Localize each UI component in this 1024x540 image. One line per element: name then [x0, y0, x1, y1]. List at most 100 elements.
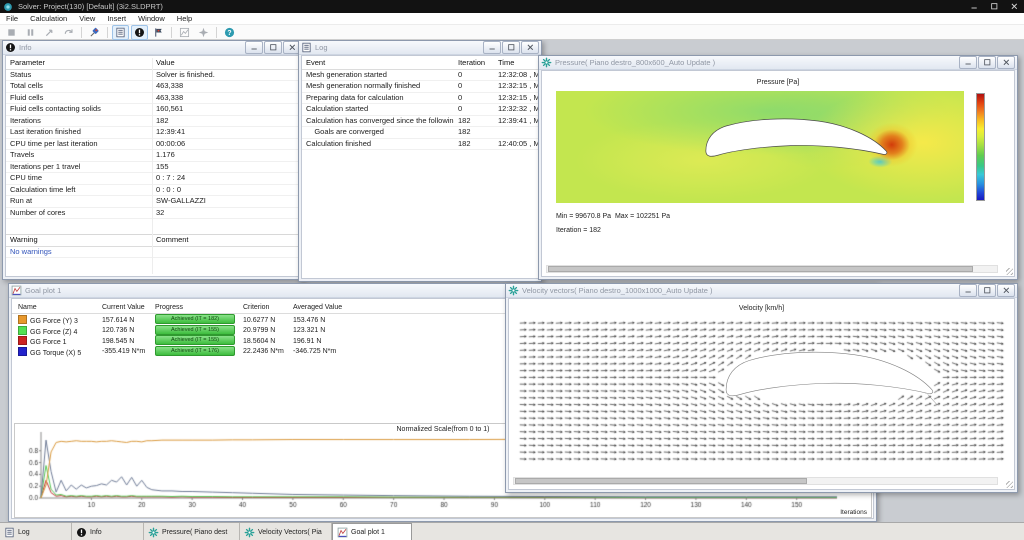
info-table: ParameterValueStatusSolver is finished.T… [6, 58, 300, 219]
taskbar-tab-label: Velocity Vectors( Pia [258, 529, 322, 536]
table-cell: 12:32:15 , Ma [494, 93, 539, 104]
table-cell: 00:00:06 [152, 139, 300, 150]
log-icon [115, 27, 126, 38]
menu-item-view[interactable]: View [73, 13, 101, 24]
maximize-icon[interactable] [984, 0, 1004, 13]
resize-grip[interactable] [1006, 481, 1013, 488]
close-icon[interactable] [997, 284, 1015, 297]
info-window-titlebar[interactable]: Info [3, 41, 303, 55]
table-cell: CPU time [6, 173, 152, 184]
column-header: Parameter [6, 58, 152, 69]
flag-icon [153, 27, 164, 38]
table-row: CPU time per last iteration00:00:06 [6, 139, 300, 151]
goal-criterion: 22.2436 N*m [243, 348, 293, 355]
table-cell: Mesh generation normally finished [302, 81, 454, 92]
table-cell: Iterations [6, 116, 152, 127]
scrollbar-thumb[interactable] [515, 478, 807, 484]
maximize-icon[interactable] [502, 41, 520, 54]
taskbar-tab-pressure-piano-dest[interactable]: Pressure( Piano dest [144, 523, 240, 540]
menu-item-file[interactable]: File [0, 13, 24, 24]
menu-item-help[interactable]: Help [171, 13, 198, 24]
pressure-window-title: Pressure( Piano destro_800x600_Auto Upda… [555, 58, 958, 67]
stop-icon [6, 27, 17, 38]
horizontal-scrollbar[interactable] [546, 265, 998, 273]
info-window-title: Info [19, 43, 244, 52]
table-cell: 182 [152, 116, 300, 127]
table-cell: Preparing data for calculation [302, 93, 454, 104]
table-cell: 0 [454, 93, 494, 104]
column-header: Time [494, 58, 539, 69]
velocity-window-titlebar[interactable]: Velocity vectors( Piano destro_1000x1000… [506, 284, 1017, 298]
mdi-client-area: Info ParameterValueStatusSolver is finish… [0, 40, 1024, 522]
table-row: Preparing data for calculation012:32:15 … [302, 93, 538, 105]
table-cell: Solver is finished. [152, 70, 300, 81]
minimize-icon[interactable] [245, 41, 263, 54]
close-icon[interactable] [997, 56, 1015, 69]
table-cell: 182 [454, 139, 494, 150]
maximize-icon[interactable] [264, 41, 282, 54]
taskbar-tab-info[interactable]: Info [72, 523, 144, 540]
table-cell: 12:32:08 , Ma [494, 70, 539, 81]
table-cell: Fluid cells [6, 93, 152, 104]
pressure-window-titlebar[interactable]: Pressure( Piano destro_800x600_Auto Upda… [539, 56, 1017, 70]
pressure-colorbar [976, 93, 985, 201]
goal-averaged-value: 153.476 N [293, 317, 359, 324]
goal-chart-xlabel: Iterations [840, 509, 867, 516]
table-cell: Calculation time left [6, 185, 152, 196]
goal-scroll-dash[interactable] [36, 518, 46, 519]
table-header-row: WarningComment [6, 235, 300, 247]
table-cell: Number of cores [6, 208, 152, 219]
minimize-icon[interactable] [483, 41, 501, 54]
airfoil-shape [724, 350, 934, 406]
pin-button[interactable] [86, 25, 103, 40]
close-icon[interactable] [1004, 0, 1024, 13]
menu-item-window[interactable]: Window [132, 13, 171, 24]
help-icon: ? [224, 27, 235, 38]
resize-grip[interactable] [1006, 268, 1013, 275]
info-window-content: ParameterValueStatusSolver is finished.T… [5, 55, 301, 277]
minimize-icon[interactable] [959, 284, 977, 297]
column-header: Name [18, 304, 102, 311]
table-row: Calculation has converged since the foll… [302, 116, 538, 128]
scrollbar-thumb[interactable] [548, 266, 973, 272]
minimize-icon[interactable] [959, 56, 977, 69]
menubar: FileCalculationViewInsertWindowHelp [0, 13, 1024, 25]
warning-table: WarningCommentNo warnings [6, 234, 300, 258]
menu-item-insert[interactable]: Insert [101, 13, 132, 24]
table-row: Travels1.176 [6, 150, 300, 162]
menu-item-calculation[interactable]: Calculation [24, 13, 73, 24]
close-icon[interactable] [521, 41, 539, 54]
toolbar: ? [0, 25, 1024, 40]
table-row: Iterations per 1 travel155 [6, 162, 300, 174]
flag-button[interactable] [150, 25, 167, 40]
taskbar-tab-log[interactable]: Log [0, 523, 72, 540]
log-icon [4, 527, 15, 538]
info-button[interactable] [131, 25, 148, 40]
log-button[interactable] [112, 25, 129, 40]
table-row: Run atSW-GALLAZZI [6, 196, 300, 208]
table-row: CPU time0 : 7 : 24 [6, 173, 300, 185]
maximize-icon[interactable] [978, 284, 996, 297]
taskbar-tab-goal-plot-1[interactable]: Goal plot 1 [332, 523, 412, 540]
airfoil-shape [704, 117, 888, 165]
goal-progress-bar: Achieved (IT = 176) [155, 346, 235, 356]
window-title: Solver: Project(130) [Default] (3i2.SLDP… [18, 2, 163, 11]
table-cell: Last iteration finished [6, 127, 152, 138]
pressure-iteration-label: Iteration = 182 [556, 227, 601, 234]
taskbar-tab-velocity-vectors-pia[interactable]: Velocity Vectors( Pia [240, 523, 332, 540]
main-titlebar[interactable]: Solver: Project(130) [Default] (3i2.SLDP… [0, 0, 1024, 13]
table-row: Last iteration finished12:39:41 [6, 127, 300, 139]
column-header: Warning [6, 235, 152, 246]
log-window-titlebar[interactable]: Log [299, 41, 541, 55]
maximize-icon[interactable] [978, 56, 996, 69]
table-cell: 0 [454, 70, 494, 81]
horizontal-scrollbar[interactable] [513, 477, 998, 485]
gear-icon [244, 527, 255, 538]
minimize-icon[interactable] [964, 0, 984, 13]
table-cell: Calculation finished [302, 139, 454, 150]
help-button[interactable]: ? [221, 25, 238, 40]
log-window-content: EventIterationTimeMesh generation starte… [301, 55, 539, 279]
table-row: Iterations182 [6, 116, 300, 128]
toolbar-separator [216, 27, 217, 38]
table-row: Mesh generation normally finished012:32:… [302, 81, 538, 93]
